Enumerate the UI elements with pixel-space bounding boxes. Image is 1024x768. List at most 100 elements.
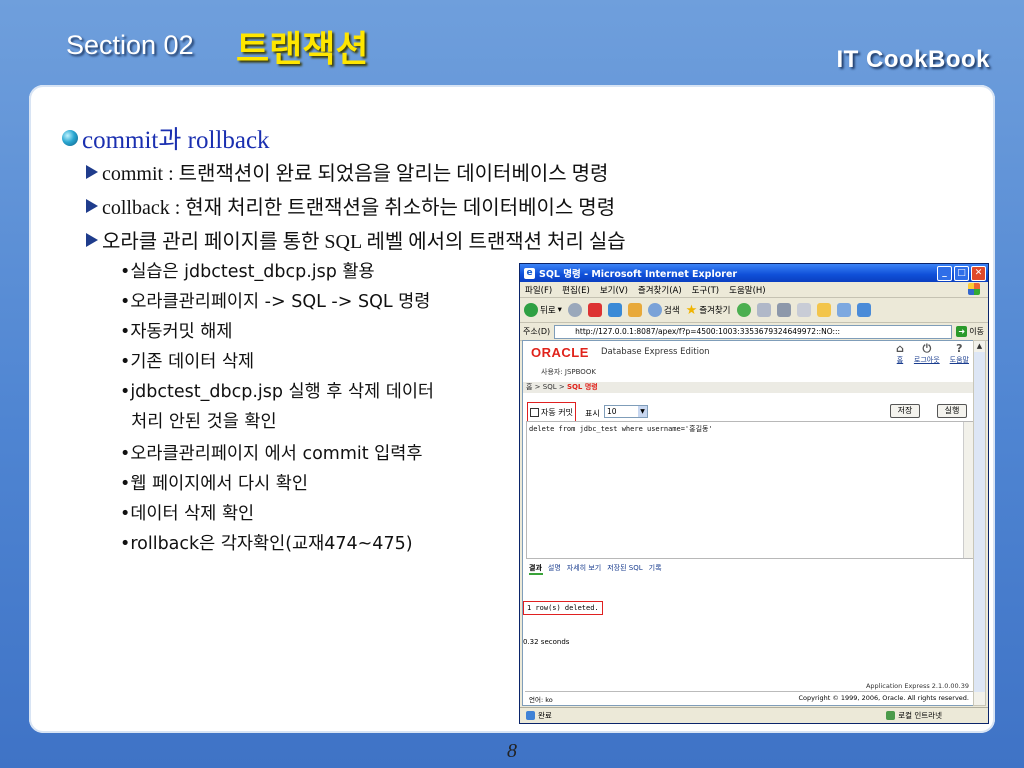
slide-title: 트랜잭션 [236, 29, 369, 70]
heading-text: commit과 rollback [82, 127, 270, 154]
scroll-up-icon[interactable]: ▲ [974, 341, 985, 351]
maximize-icon[interactable]: □ [954, 266, 969, 281]
step-item: •실습은 jdbctest_dbcp.jsp 활용 [120, 262, 375, 282]
bullet-practice: 오라클 관리 페이지를 통한 SQL 레벨 에서의 트랜잭션 처리 실습 [86, 225, 626, 254]
chevron-down-icon: ▼ [638, 406, 647, 417]
page-scrollbar[interactable]: ▲ [973, 340, 986, 706]
tab-results[interactable]: 결과 [529, 563, 542, 573]
menu-favorites[interactable]: 즐겨찾기(A) [638, 284, 682, 296]
elapsed-time: 0.32 seconds [523, 638, 570, 646]
messenger-icon[interactable] [856, 303, 871, 317]
home-icon[interactable] [627, 303, 642, 317]
browser-window: e SQL 명령 - Microsoft Internet Explorer _… [519, 263, 989, 724]
home-icon: ⌂ [896, 342, 904, 355]
tab-explain[interactable]: 설명 [548, 563, 561, 573]
media-icon[interactable] [736, 303, 751, 317]
bullet-ball-icon [62, 130, 78, 146]
zone-text: 로컬 인트라넷 [898, 711, 942, 720]
toolbar: 뒤로 ▾ 검색 ★ 즐겨찾기 [520, 298, 988, 323]
triangle-bullet-icon [86, 198, 98, 213]
bullet-commit: commit : 트랜잭션이 완료 되었음을 알리는 데이터베이스 명령 [86, 157, 608, 186]
edit-icon[interactable] [796, 303, 811, 317]
menu-edit[interactable]: 편집(E) [562, 284, 590, 296]
address-label: 주소(D) [523, 327, 551, 336]
go-button[interactable]: ➜ 이동 [956, 326, 988, 337]
sql-editor[interactable]: delete from jdbc_test where username='홍길… [526, 421, 974, 559]
minimize-icon[interactable]: _ [937, 266, 952, 281]
favorites-label: 즐겨찾기 [699, 306, 731, 316]
menu-tools[interactable]: 도구(T) [692, 284, 719, 296]
search-icon [647, 303, 662, 317]
tab-history[interactable]: 기록 [649, 563, 662, 573]
forward-arrow-icon[interactable] [567, 303, 582, 317]
go-arrow-icon: ➜ [956, 326, 968, 337]
editor-scrollbar[interactable] [963, 422, 973, 558]
discuss-icon[interactable] [836, 303, 851, 317]
active-tab-indicator [529, 573, 543, 575]
url-text: http://127.0.0.1:8087/apex/f?p=4500:1003… [575, 326, 841, 336]
bullet-rollback: collback : 현재 처리한 트랜잭션을 취소하는 데이터베이스 명령 [86, 191, 615, 220]
menu-bar: 파일(F) 편집(E) 보기(V) 즐겨찾기(A) 도구(T) 도움말(H) [520, 282, 988, 298]
menu-view[interactable]: 보기(V) [600, 284, 628, 296]
page-icon [526, 711, 535, 720]
scroll-thumb[interactable] [974, 352, 985, 692]
back-button[interactable]: 뒤로 ▾ [524, 303, 562, 317]
step-item: •웹 페이지에서 다시 확인 [120, 474, 309, 494]
close-icon[interactable]: ✕ [971, 266, 986, 281]
display-label: 표시 [585, 409, 600, 418]
star-icon: ★ [685, 302, 698, 318]
tab-describe[interactable]: 자세히 보기 [567, 563, 601, 573]
bullet-text: commit : 트랜잭션이 완료 되었음을 알리는 데이터베이스 명령 [102, 163, 609, 185]
menu-file[interactable]: 파일(F) [525, 284, 552, 296]
favorites-button[interactable]: ★ 즐겨찾기 [686, 303, 731, 318]
window-titlebar[interactable]: e SQL 명령 - Microsoft Internet Explorer _… [520, 264, 988, 282]
status-text: 완료 [538, 711, 552, 720]
step-item: •오라클관리페이지 -> SQL -> SQL 명령 [120, 292, 431, 312]
home-link[interactable]: ⌂ 홈 [896, 343, 904, 365]
status-left: 완료 [526, 710, 552, 721]
print-icon[interactable] [776, 303, 791, 317]
status-zone: 로컬 인트라넷 [886, 710, 942, 721]
address-input[interactable]: http://127.0.0.1:8087/apex/f?p=4500:1003… [554, 324, 953, 339]
run-button[interactable]: 실행 [937, 404, 967, 418]
window-controls: _ □ ✕ [937, 266, 986, 281]
search-button[interactable]: 검색 [647, 303, 680, 317]
logout-icon: ⏻ [922, 342, 932, 355]
mail-icon[interactable] [756, 303, 771, 317]
user-label: 사용자: JSPBOOK [541, 368, 596, 376]
section-label: Section 02 [66, 30, 194, 60]
tab-saved-sql[interactable]: 저장된 SQL [607, 563, 642, 573]
logout-link[interactable]: ⏻ 로그아웃 [914, 343, 940, 365]
checkbox-icon [530, 407, 539, 417]
step-item: •rollback은 각자확인(교재474~475) [120, 534, 413, 554]
bullet-text: collback : 현재 처리한 트랜잭션을 취소하는 데이터베이스 명령 [102, 197, 616, 219]
save-button[interactable]: 저장 [890, 404, 920, 418]
triangle-bullet-icon [86, 164, 98, 179]
refresh-icon[interactable] [607, 303, 622, 317]
stop-icon[interactable] [587, 303, 602, 317]
top-links: ⌂ 홈 ⏻ 로그아웃 ? 도움말 [896, 343, 969, 365]
display-value: 10 [607, 407, 617, 416]
step-item: 처리 안된 것을 확인 [120, 412, 277, 432]
back-arrow-icon [524, 303, 538, 317]
step-item: •jdbctest_dbcp.jsp 실행 후 삭제 데이터 [120, 382, 435, 402]
autocommit-checkbox[interactable]: 자동 커밋 [527, 402, 576, 422]
window-title: SQL 명령 - Microsoft Internet Explorer [539, 269, 738, 280]
sql-text: delete from jdbc_test where username='홍길… [529, 425, 713, 433]
step-item: •자동커밋 해제 [120, 322, 233, 342]
search-label: 검색 [663, 306, 680, 316]
folder-icon[interactable] [816, 303, 831, 317]
oracle-logo: ORACLE [531, 345, 589, 360]
display-select[interactable]: 10 ▼ [604, 405, 648, 418]
back-label: 뒤로 [540, 306, 556, 316]
breadcrumb-path[interactable]: 홈 > SQL > [526, 383, 567, 391]
heading-bullet: commit과 rollback [62, 120, 270, 156]
breadcrumb: 홈 > SQL > SQL 명령 [523, 382, 975, 393]
help-link[interactable]: ? 도움말 [950, 343, 969, 365]
page-number: 8 [507, 740, 517, 762]
triangle-bullet-icon [86, 232, 98, 247]
windows-logo-icon [968, 283, 980, 295]
menu-help[interactable]: 도움말(H) [729, 284, 765, 296]
step-item: •기존 데이터 삭제 [120, 352, 255, 372]
ie-icon: e [524, 267, 535, 279]
